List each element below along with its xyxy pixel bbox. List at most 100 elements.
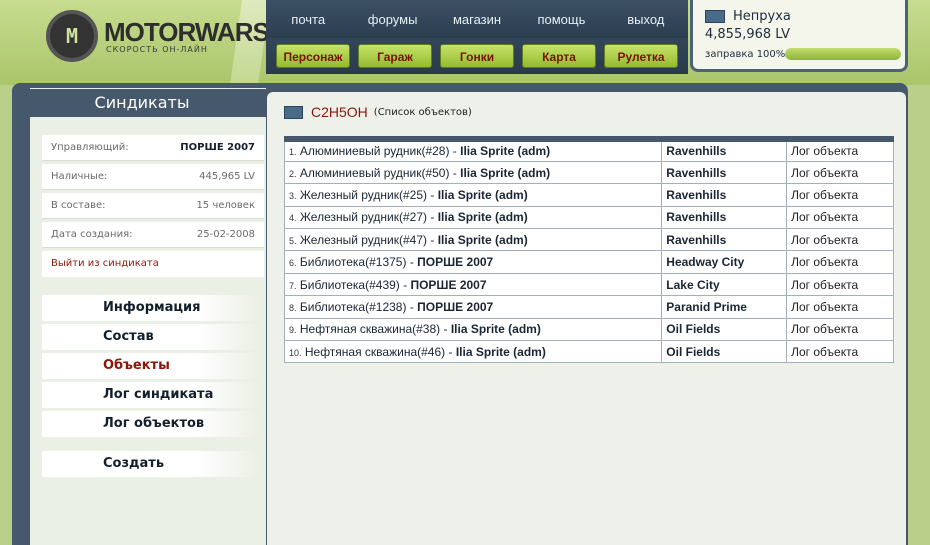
table-row: 10. Нефтяная скважина(#46) - Ilia Sprite… <box>283 340 894 364</box>
object-log-link[interactable]: Лог объекта <box>786 250 894 274</box>
object-log-link[interactable]: Лог объекта <box>786 295 894 319</box>
object-cell: 4. Железный рудник(#27) - Ilia Sprite (a… <box>283 205 663 230</box>
object-owner-link[interactable]: Ilia Sprite (adm) <box>438 210 528 224</box>
object-owner-link[interactable]: Ilia Sprite (adm) <box>460 166 550 180</box>
nav-mail-link[interactable]: почта <box>266 12 350 27</box>
syndicate-info: Управляющий: ПОРШЕ 2007 Наличные: 445,96… <box>42 135 264 277</box>
menu-item-syndicate-log[interactable]: Лог синдиката <box>42 382 264 408</box>
object-log-link[interactable]: Лог объекта <box>786 272 894 297</box>
object-name: Библиотека(#1375) <box>299 255 407 270</box>
object-log-link[interactable]: Лог объекта <box>786 160 894 185</box>
info-row-members: В составе: 15 человек <box>42 193 264 219</box>
game-navigation: Персонаж Гараж Гонки Карта Рулетка <box>266 38 688 74</box>
user-panel: Непруха 4,855,968 LV заправка 100% <box>690 0 908 72</box>
info-label: Наличные: <box>51 171 108 182</box>
object-owner-link[interactable]: Ilia Sprite (adm) <box>456 345 546 359</box>
object-cell: 9. Нефтяная скважина(#38) - Ilia Sprite … <box>283 317 663 342</box>
content-heading: C2H5OH (Список объектов) <box>284 104 472 120</box>
info-value: 25-02-2008 <box>196 229 255 240</box>
row-number: 5. <box>289 235 297 246</box>
city-cell[interactable]: Lake City <box>661 272 788 297</box>
character-button[interactable]: Персонаж <box>276 44 350 68</box>
table-row: 8. Библиотека(#1238) - ПОРШЕ 2007 Paranid… <box>283 295 894 319</box>
fuel-label: заправка 100% <box>705 49 786 60</box>
info-row-manager: Управляющий: ПОРШЕ 2007 <box>42 135 264 161</box>
syndicate-menu: Информация Состав Объекты Лог синдиката … <box>42 295 264 480</box>
menu-item-objects[interactable]: Объекты <box>42 353 264 379</box>
user-name[interactable]: Непруха <box>733 9 791 24</box>
table-row: 5. Железный рудник(#47) - Ilia Sprite (a… <box>283 228 894 252</box>
object-name: Нефтяная скважина(#38) <box>299 322 441 337</box>
object-log-link[interactable]: Лог объекта <box>786 340 894 364</box>
syndicate-flag-icon <box>284 105 303 119</box>
object-log-link[interactable]: Лог объекта <box>786 183 894 207</box>
info-label: Управляющий: <box>51 142 129 153</box>
leave-syndicate-link[interactable]: Выйти из синдиката <box>42 251 264 277</box>
city-cell[interactable]: Headway City <box>661 250 788 274</box>
object-name: Алюминиевый рудник(#50) <box>299 165 450 180</box>
row-number: 10. <box>289 347 302 358</box>
garage-button[interactable]: Гараж <box>358 44 432 68</box>
table-row: 6. Библиотека(#1375) - ПОРШЕ 2007 Headway… <box>283 250 894 274</box>
object-log-link[interactable]: Лог объекта <box>786 317 894 342</box>
object-name: Железный рудник(#47) <box>299 232 428 247</box>
row-number: 1. <box>289 147 297 158</box>
top-navigation: почта форумы магазин помощь выход <box>266 0 688 38</box>
objects-table: 1. Алюминиевый рудник(#28) - Ilia Sprite… <box>283 136 894 364</box>
user-money: 4,855,968 LV <box>705 27 791 42</box>
object-name: Железный рудник(#25) <box>299 187 428 202</box>
object-log-link[interactable]: Лог объекта <box>786 138 894 162</box>
object-log-link[interactable]: Лог объекта <box>786 205 894 230</box>
city-cell[interactable]: Oil Fields <box>661 317 788 342</box>
object-cell: 8. Библиотека(#1238) - ПОРШЕ 2007 <box>283 295 663 319</box>
menu-item-objects-log[interactable]: Лог объектов <box>42 411 264 437</box>
table-row: 7. Библиотека(#439) - ПОРШЕ 2007 Lake Cit… <box>283 272 894 297</box>
object-cell: 5. Железный рудник(#47) - Ilia Sprite (a… <box>283 228 663 252</box>
row-number: 2. <box>289 168 297 179</box>
object-owner-link[interactable]: ПОРШЕ 2007 <box>410 278 486 292</box>
menu-item-members[interactable]: Состав <box>42 324 264 350</box>
object-cell: 6. Библиотека(#1375) - ПОРШЕ 2007 <box>283 250 663 274</box>
table-row: 2. Алюминиевый рудник(#50) - Ilia Sprite… <box>283 160 894 185</box>
row-number: 7. <box>289 280 297 291</box>
object-name: Алюминиевый рудник(#28) <box>299 144 450 159</box>
roulette-button[interactable]: Рулетка <box>604 44 678 68</box>
object-cell: 2. Алюминиевый рудник(#50) - Ilia Sprite… <box>283 160 663 185</box>
object-owner-link[interactable]: Ilia Sprite (adm) <box>438 188 528 202</box>
city-cell[interactable]: Ravenhills <box>661 228 788 252</box>
city-cell[interactable]: Ravenhills <box>661 138 788 162</box>
nav-shop-link[interactable]: магазин <box>435 12 519 27</box>
object-cell: 1. Алюминиевый рудник(#28) - Ilia Sprite… <box>283 138 663 162</box>
info-label: Дата создания: <box>51 229 133 240</box>
object-owner-link[interactable]: ПОРШЕ 2007 <box>417 255 493 269</box>
nav-forums-link[interactable]: форумы <box>350 12 434 27</box>
object-cell: 3. Железный рудник(#25) - Ilia Sprite (a… <box>283 183 663 207</box>
races-button[interactable]: Гонки <box>440 44 514 68</box>
info-value[interactable]: ПОРШЕ 2007 <box>180 142 255 153</box>
city-cell[interactable]: Ravenhills <box>661 160 788 185</box>
table-row: 3. Железный рудник(#25) - Ilia Sprite (a… <box>283 183 894 207</box>
fuel-bar <box>785 48 901 60</box>
nav-help-link[interactable]: помощь <box>519 12 603 27</box>
row-number: 3. <box>289 190 297 201</box>
object-log-link[interactable]: Лог объекта <box>786 228 894 252</box>
object-owner-link[interactable]: Ilia Sprite (adm) <box>438 233 528 247</box>
city-cell[interactable]: Ravenhills <box>661 205 788 230</box>
nav-logout-link[interactable]: выход <box>604 12 688 27</box>
menu-item-create[interactable]: Создать <box>42 451 264 477</box>
object-owner-link[interactable]: Ilia Sprite (adm) <box>451 322 541 336</box>
city-cell[interactable]: Ravenhills <box>661 183 788 207</box>
table-row: 9. Нефтяная скважина(#38) - Ilia Sprite … <box>283 317 894 342</box>
info-row-created: Дата создания: 25-02-2008 <box>42 222 264 248</box>
page-subtitle: (Список объектов) <box>373 106 472 118</box>
city-cell[interactable]: Paranid Prime <box>661 295 788 319</box>
logo-wheel-icon: M <box>46 10 98 62</box>
object-owner-link[interactable]: ПОРШЕ 2007 <box>417 300 493 314</box>
object-cell: 10. Нефтяная скважина(#46) - Ilia Sprite… <box>283 340 663 364</box>
row-number: 9. <box>289 325 297 336</box>
city-cell[interactable]: Oil Fields <box>661 340 788 364</box>
object-owner-link[interactable]: Ilia Sprite (adm) <box>460 144 550 158</box>
map-button[interactable]: Карта <box>522 44 596 68</box>
info-label: В составе: <box>51 200 106 211</box>
menu-item-information[interactable]: Информация <box>42 295 264 321</box>
